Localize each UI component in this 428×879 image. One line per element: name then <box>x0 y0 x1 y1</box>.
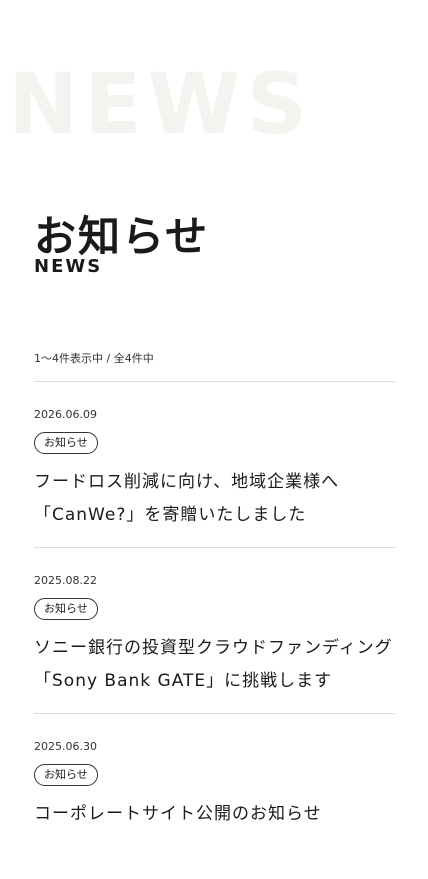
news-date: 2025.06.30 <box>34 740 97 753</box>
category-badge: お知らせ <box>34 598 98 620</box>
news-item[interactable]: 2025.06.30 お知らせ コーポレートサイト公開のお知らせ <box>34 713 395 879</box>
news-title[interactable]: ソニー銀行の投資型クラウドファンディング 「Sony Bank GATE」に挑戦… <box>34 632 395 698</box>
news-title-line: 「Sony Bank GATE」に挑戦します <box>34 671 333 691</box>
news-title-line: ソニー銀行の投資型クラウドファンディング <box>34 638 393 658</box>
hero-background-word: NEWS <box>8 55 313 153</box>
page-title: お知らせ <box>34 212 210 262</box>
category-badge: お知らせ <box>34 764 98 786</box>
page-subtitle: NEWS <box>34 256 103 277</box>
news-item[interactable]: 2026.06.09 お知らせ フードロス削減に向け、地域企業様へ 「CanWe… <box>34 381 395 547</box>
news-list: 2026.06.09 お知らせ フードロス削減に向け、地域企業様へ 「CanWe… <box>34 381 395 879</box>
news-date: 2025.08.22 <box>34 574 97 587</box>
news-title-line: コーポレートサイト公開のお知らせ <box>34 804 322 824</box>
category-badge: お知らせ <box>34 432 98 454</box>
news-item[interactable]: 2025.08.22 お知らせ ソニー銀行の投資型クラウドファンディング 「So… <box>34 547 395 713</box>
news-title-line: 「CanWe?」を寄贈いたしました <box>34 505 307 525</box>
news-title[interactable]: コーポレートサイト公開のお知らせ <box>34 798 395 831</box>
result-count: 1〜4件表示中 / 全4件中 <box>34 352 154 365</box>
news-title-line: フードロス削減に向け、地域企業様へ <box>34 472 340 492</box>
news-date: 2026.06.09 <box>34 408 97 421</box>
news-title[interactable]: フードロス削減に向け、地域企業様へ 「CanWe?」を寄贈いたしました <box>34 466 395 532</box>
